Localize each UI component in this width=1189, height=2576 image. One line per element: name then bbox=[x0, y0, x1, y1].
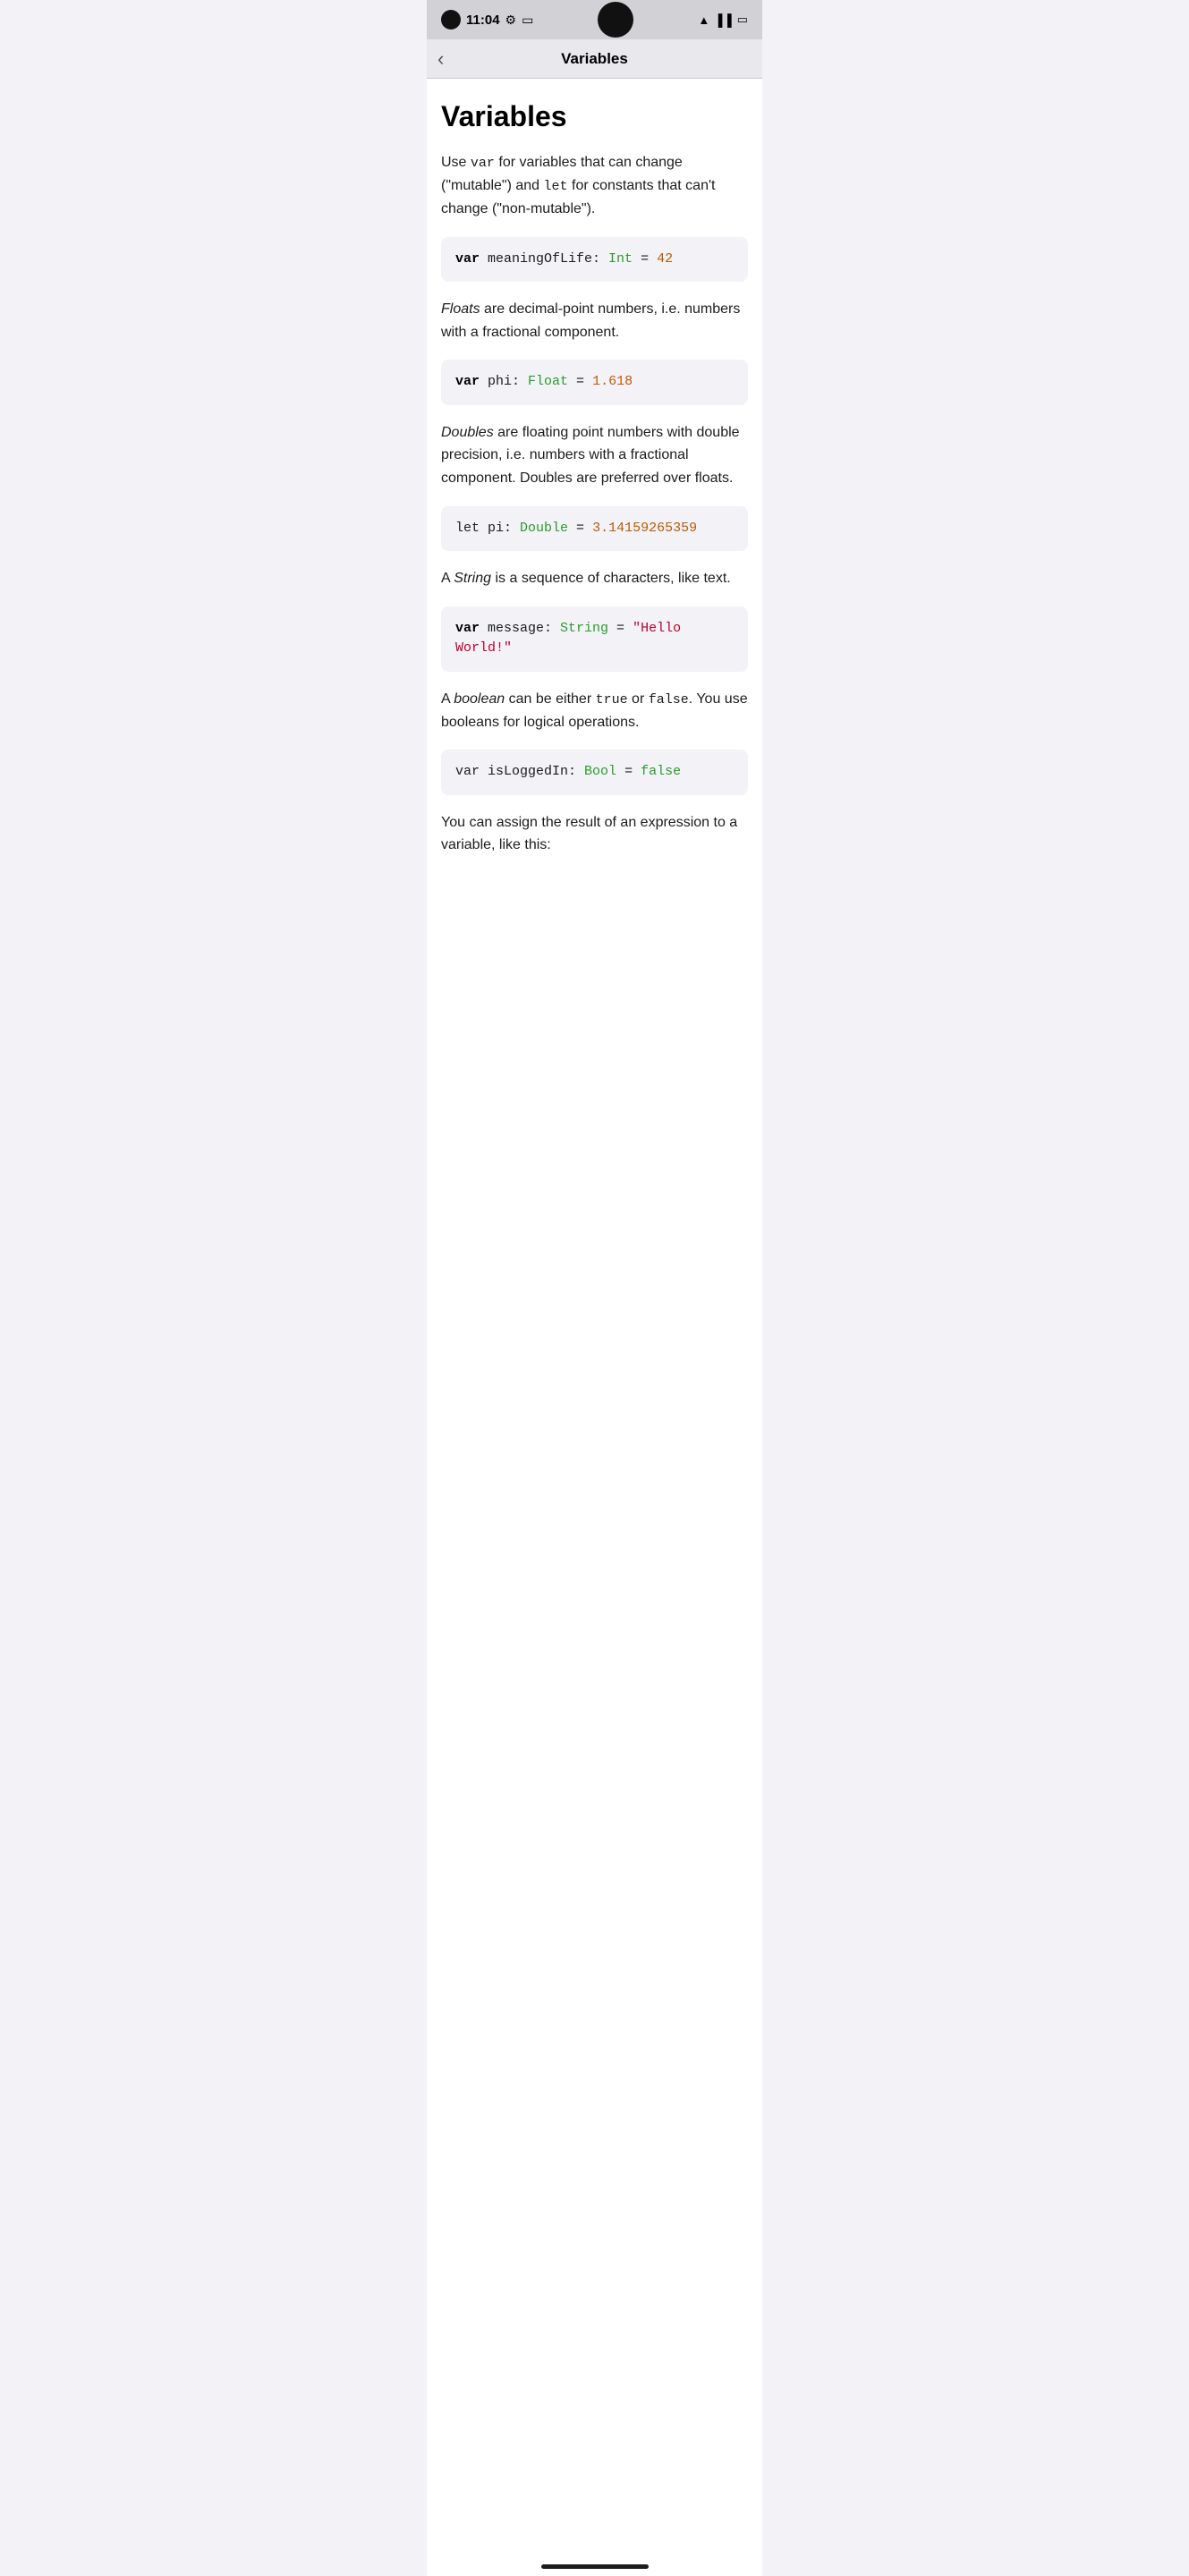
page-title: Variables bbox=[441, 100, 748, 133]
type-int: Int bbox=[608, 251, 633, 267]
code-equals-1: = bbox=[633, 251, 657, 267]
code-block-string: var message: String = "Hello World!" bbox=[441, 606, 748, 672]
nav-bar: ‹ Variables bbox=[427, 39, 762, 79]
em-boolean: boolean bbox=[454, 691, 505, 707]
text-boolean: A boolean can be either true or false. Y… bbox=[441, 688, 748, 734]
text-expression: You can assign the result of an expressi… bbox=[441, 811, 748, 857]
settings-icon: ⚙ bbox=[505, 13, 517, 28]
content-area: Variables Use var for variables that can… bbox=[427, 79, 762, 2576]
code-equals-4: = bbox=[608, 621, 633, 636]
code-var: var bbox=[471, 156, 495, 171]
em-doubles: Doubles bbox=[441, 425, 494, 440]
status-bar-left: 11:04 ⚙ ▭ bbox=[441, 10, 533, 30]
back-button[interactable]: ‹ bbox=[437, 49, 444, 69]
kw-var-3: var bbox=[455, 621, 480, 636]
notch-circle bbox=[598, 2, 633, 38]
type-string: String bbox=[560, 621, 608, 636]
back-chevron-icon: ‹ bbox=[437, 49, 444, 69]
code-let: let bbox=[544, 179, 568, 194]
camera-icon bbox=[441, 10, 461, 30]
signal-icon: ▐▐ bbox=[714, 13, 732, 27]
type-double: Double bbox=[520, 521, 568, 536]
status-bar-center bbox=[598, 2, 633, 38]
code-block-double: let pi: Double = 3.14159265359 bbox=[441, 506, 748, 552]
em-floats: Floats bbox=[441, 301, 480, 317]
code-block-bool: var isLoggedIn: Bool = false bbox=[441, 750, 748, 795]
kw-var-2: var bbox=[455, 374, 480, 389]
code-true: true bbox=[596, 692, 628, 708]
kw-var-1: var bbox=[455, 251, 480, 267]
em-string: String bbox=[454, 571, 491, 586]
code-false: false bbox=[649, 692, 689, 708]
home-indicator bbox=[541, 2564, 649, 2569]
status-time: 11:04 bbox=[466, 13, 500, 28]
code-equals-3: = bbox=[568, 521, 592, 536]
kw-let: let bbox=[455, 521, 480, 536]
text-string: A String is a sequence of characters, li… bbox=[441, 567, 748, 590]
code-equals-5: = bbox=[616, 764, 641, 779]
code-message-label: message: bbox=[480, 621, 560, 636]
wifi-icon: ▲ bbox=[698, 13, 709, 27]
kw-var-4: var bbox=[455, 764, 480, 779]
type-bool: Bool bbox=[584, 764, 616, 779]
num-42: 42 bbox=[657, 251, 673, 267]
code-block-int: var meaningOfLife: Int = 42 bbox=[441, 237, 748, 283]
code-pi-label: pi: bbox=[480, 521, 520, 536]
text-doubles: Doubles are floating point numbers with … bbox=[441, 421, 748, 490]
sim-icon: ▭ bbox=[522, 13, 533, 28]
battery-icon: ▭ bbox=[737, 13, 748, 27]
num-pi: 3.14159265359 bbox=[592, 521, 697, 536]
text-var-let: Use var for variables that can change ("… bbox=[441, 151, 748, 221]
code-meaning-label: meaningOfLife: bbox=[480, 251, 608, 267]
nav-title: Variables bbox=[561, 50, 628, 68]
code-equals-2: = bbox=[568, 374, 592, 389]
type-float: Float bbox=[528, 374, 568, 389]
num-phi: 1.618 bbox=[592, 374, 633, 389]
code-phi-label: phi: bbox=[480, 374, 528, 389]
code-loggedin-label: isLoggedIn: bbox=[480, 764, 584, 779]
status-bar-right: ▲ ▐▐ ▭ bbox=[698, 13, 748, 27]
code-block-float: var phi: Float = 1.618 bbox=[441, 360, 748, 405]
val-false: false bbox=[641, 764, 681, 779]
status-bar: 11:04 ⚙ ▭ ▲ ▐▐ ▭ bbox=[427, 0, 762, 39]
text-floats: Floats are decimal-point numbers, i.e. n… bbox=[441, 298, 748, 343]
